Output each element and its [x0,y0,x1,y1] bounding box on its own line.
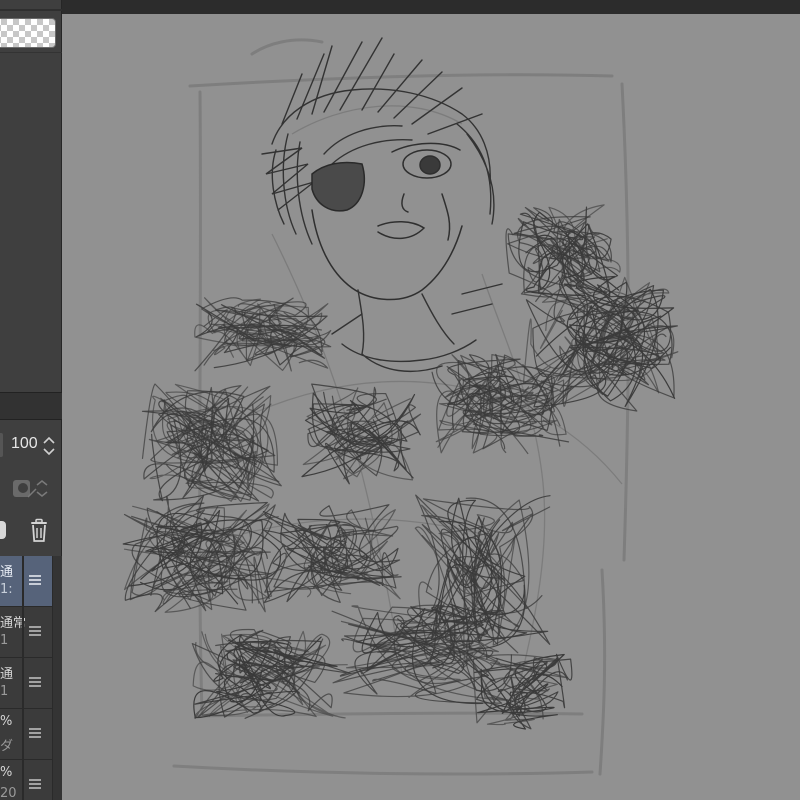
column-divider [22,658,24,708]
column-divider [22,556,24,606]
layer-row[interactable]: 通 1 [0,658,52,709]
panel-divider [0,9,62,11]
sketch-artwork [122,37,679,776]
blend-mode-dropdown-edge[interactable] [0,433,3,457]
hamburger-menu-icon[interactable] [28,624,42,638]
layer-opacity-control: 100 [0,430,62,460]
sketch-hair [261,37,495,245]
opacity-value[interactable]: 100 [11,435,38,453]
sketch-neck [331,283,503,372]
layer-actions-row [0,514,62,548]
column-divider [22,709,24,759]
hamburger-menu-icon[interactable] [28,726,42,740]
layer-opacity: 1 [0,633,9,648]
left-panel: 100 通 1: 通常 1 通 1 % ダ % 20 [0,0,62,800]
layer-list-scrollbar[interactable] [52,556,62,800]
layer-opacity: 1 [0,684,9,699]
layer-list: 通 1: 通常 1 通 1 % ダ % 20 [0,556,52,800]
transparent-color-swatch[interactable] [0,18,56,48]
sketch-scribbles [122,204,679,730]
layer-blend-mode: 通 [0,565,14,580]
app-window: 100 通 1: 通常 1 通 1 % ダ % 20 [0,0,800,800]
hamburger-menu-icon[interactable] [28,777,42,791]
clipping-row [0,472,62,506]
layer-row[interactable]: 通 1: [0,556,52,607]
sketch-face [311,142,463,301]
layer-blend-mode: % [0,765,13,780]
layer-opacity: ダ [0,739,14,754]
new-layer-button[interactable] [0,521,6,539]
hamburger-menu-icon[interactable] [28,573,42,587]
column-divider [22,607,24,657]
drawing-canvas[interactable] [62,14,800,800]
layer-opacity: 20 [0,786,17,800]
layer-blend-mode: 通 [0,667,14,682]
top-toolbar [62,0,800,14]
trash-icon[interactable] [26,518,52,544]
layer-blend-mode: % [0,714,13,729]
column-divider [22,760,24,800]
clipping-mask-icon[interactable] [10,475,54,503]
layer-opacity: 1: [0,582,13,597]
layer-row[interactable]: 通常 1 [0,607,52,658]
chevron-up-down-icon[interactable] [42,434,56,458]
layer-row[interactable]: % ダ [0,709,52,760]
hamburger-menu-icon[interactable] [28,675,42,689]
panel-divider [0,52,62,53]
layer-panel-header [0,392,62,420]
layer-row[interactable]: % 20 [0,760,52,800]
